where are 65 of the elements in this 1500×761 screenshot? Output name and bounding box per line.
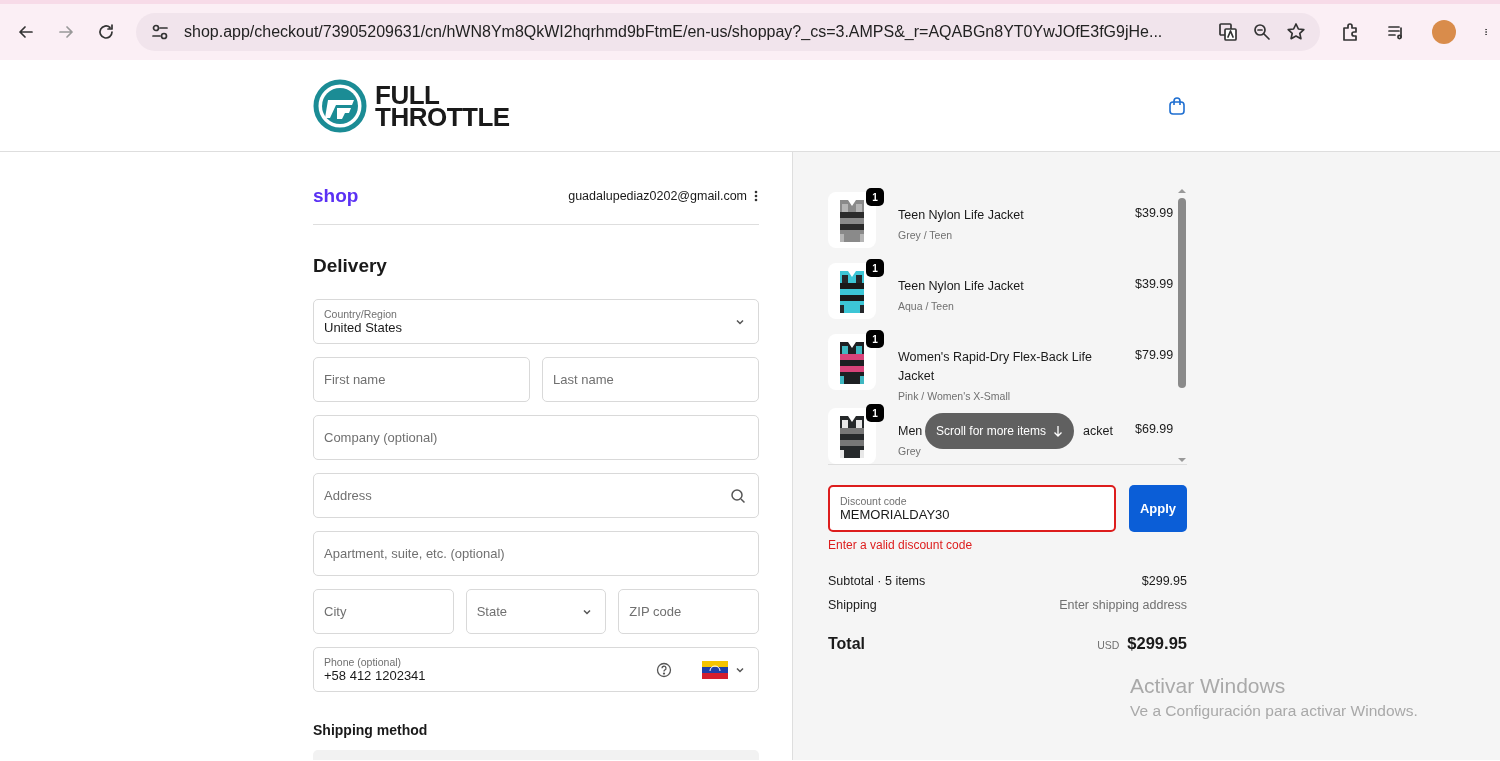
help-icon[interactable] [656, 661, 672, 678]
quantity-badge: 1 [866, 188, 884, 206]
input-field[interactable]: City [313, 589, 454, 634]
more-options-icon[interactable] [753, 189, 759, 203]
total-label: Total [828, 634, 866, 653]
input-field[interactable]: Apartment, suite, etc. (optional) [313, 531, 759, 576]
discount-code-field[interactable]: Discount code MEMORIALDAY30 [828, 485, 1116, 532]
quantity-badge: 1 [866, 404, 884, 422]
translate-icon[interactable] [1218, 22, 1238, 42]
input-field[interactable]: First name [313, 357, 530, 402]
arrow-down-icon [1053, 425, 1064, 437]
product-name: Teen Nylon Life Jacket [898, 207, 1025, 224]
shop-logo-text: shop [313, 185, 359, 207]
product-name: acket [1083, 423, 1113, 440]
input-field[interactable]: ZIP code [618, 589, 759, 634]
watermark-title: Activar Windows [1130, 674, 1287, 698]
address-bar[interactable]: shop.app/checkout/73905209631/cn/hWN8Ym8QkWI2hqrhmd9bFtmE/en-us/shoppay?_cs=3.AMPS&_r=AQABGn8YT0YwJOfE3fG9jHe... [136, 13, 1320, 51]
product-variant: Grey [898, 445, 922, 457]
product-price: $39.99 [1135, 276, 1174, 291]
shipping-label: Shipping [828, 598, 877, 612]
watermark-text: Ve a Configuración para activar Windows. [1130, 702, 1418, 720]
logo-text: THROTTLE [375, 105, 510, 128]
logo-emblem-icon [313, 78, 367, 133]
input-field[interactable]: Last name [542, 357, 759, 402]
apply-button[interactable]: Apply [1129, 485, 1187, 532]
scroll-down-icon[interactable] [1177, 456, 1188, 464]
subtotal-label: Subtotal · 5 items [828, 574, 926, 588]
scrollbar-thumb[interactable] [1178, 198, 1187, 388]
bookmark-star-icon[interactable] [1286, 22, 1306, 42]
extensions-icon[interactable] [1340, 22, 1360, 42]
currency-code: USD [1097, 639, 1120, 651]
shopping-bag-icon[interactable] [1167, 95, 1187, 116]
product-price: $39.99 [1135, 205, 1174, 220]
scroll-up-icon[interactable] [1177, 187, 1188, 195]
product-variant: Grey / Teen [898, 229, 954, 241]
product-variant: Pink / Women's X-Small [898, 390, 1012, 402]
product-name: Men [898, 423, 923, 440]
section-title: Delivery [313, 255, 388, 277]
scroll-hint-pill[interactable]: Scroll for more items [925, 413, 1075, 449]
search-icon [730, 487, 746, 504]
zoom-icon[interactable] [1252, 22, 1272, 42]
url-text: shop.app/checkout/73905209631/cn/hWN8Ym8QkWI2hqrhmd9bFtmE/en-us/shoppay?_cs=3.AMPS&_r=AQABGn8YT0YwJOfE3fG9jHe... [184, 23, 1164, 41]
shipping-value: Enter shipping address [1059, 598, 1187, 612]
flag-icon[interactable] [702, 660, 728, 679]
input-field[interactable]: Company (optional) [313, 415, 759, 460]
error-message: Enter a valid discount code [828, 538, 974, 552]
product-variant: Aqua / Teen [898, 300, 955, 312]
quantity-badge: 1 [866, 330, 884, 348]
reload-icon[interactable] [96, 22, 116, 42]
section-title: Shipping method [313, 722, 429, 738]
product-name: Women's Rapid-Dry Flex-Back Life Jacket [898, 349, 1093, 385]
input-field[interactable]: Phone (optional) +58 412 1202341 [313, 647, 759, 692]
product-price: $79.99 [1135, 347, 1174, 362]
quantity-badge: 1 [866, 259, 884, 277]
account-email: guadalupediaz0202@gmail.com [568, 189, 747, 203]
subtotal-value: $299.95 [1141, 574, 1187, 588]
select-field[interactable]: State [465, 589, 607, 634]
logo-text: FULL [375, 83, 440, 106]
product-name: Teen Nylon Life Jacket [898, 278, 1025, 295]
input-field[interactable]: Address [313, 473, 759, 518]
select-field[interactable]: Country/Region United States [313, 299, 759, 344]
total-value: $299.95 [1127, 634, 1187, 653]
scrollbar[interactable] [1177, 187, 1188, 464]
product-price: $69.99 [1135, 421, 1174, 436]
site-settings-icon[interactable] [150, 22, 170, 42]
